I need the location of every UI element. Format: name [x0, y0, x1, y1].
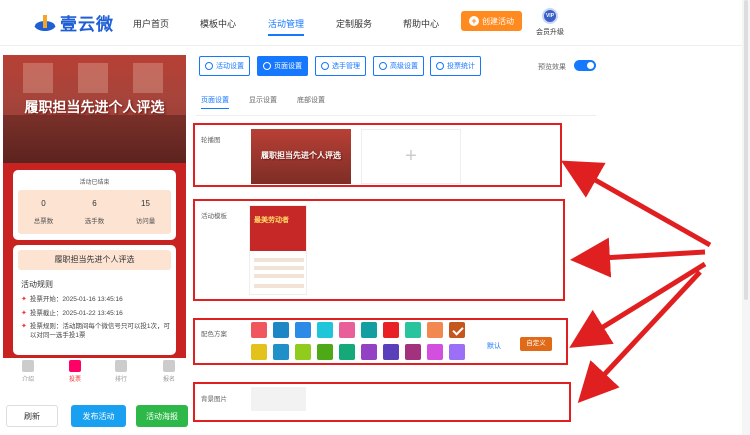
color-swatch[interactable]	[317, 322, 333, 338]
color-swatch[interactable]	[405, 344, 421, 360]
color-swatch[interactable]	[383, 344, 399, 360]
color-swatch[interactable]	[383, 322, 399, 338]
color-swatch[interactable]	[449, 344, 465, 360]
color-swatch[interactable]	[295, 322, 311, 338]
arrow-to-template	[570, 237, 706, 278]
color-swatch[interactable]	[251, 344, 267, 360]
arrow-to-background	[577, 270, 702, 403]
color-swatch[interactable]	[273, 322, 289, 338]
color-swatch[interactable]	[427, 344, 443, 360]
color-swatch[interactable]	[339, 344, 355, 360]
color-swatch[interactable]	[273, 344, 289, 360]
color-swatch[interactable]	[361, 322, 377, 338]
annotation-arrows	[560, 160, 712, 403]
color-swatch[interactable]	[339, 322, 355, 338]
color-swatch[interactable]	[449, 322, 465, 338]
arrow-to-color	[569, 261, 707, 348]
scrollbar-thumb[interactable]	[744, 0, 748, 300]
color-swatch[interactable]	[427, 322, 443, 338]
arrow-to-carousel	[560, 160, 712, 248]
color-swatch[interactable]	[295, 344, 311, 360]
color-swatch[interactable]	[251, 322, 267, 338]
color-swatch[interactable]	[317, 344, 333, 360]
color-swatch[interactable]	[405, 322, 421, 338]
color-swatch[interactable]	[361, 344, 377, 360]
